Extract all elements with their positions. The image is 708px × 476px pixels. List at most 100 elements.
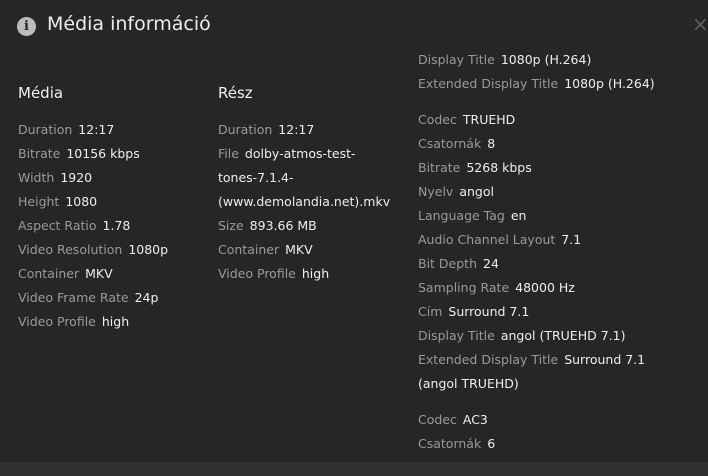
row-label: Video Resolution <box>18 242 123 257</box>
media-row-bitrate: Bitrate 10156 kbps <box>18 142 208 166</box>
streams-column[interactable]: Display Title 1080p (H.264) Extended Disp… <box>418 50 703 462</box>
row-value: 12:17 <box>78 122 115 137</box>
info-icon: i <box>17 17 36 36</box>
row-value: 6 <box>487 436 496 451</box>
row-label: File <box>218 146 239 161</box>
row-value: 1080p (H.264) <box>564 76 655 91</box>
row-label: Extended Display Title <box>418 352 559 367</box>
row-label: Width <box>18 170 55 185</box>
row-label: Codec <box>418 412 457 427</box>
audio-stream-1-row-channels: Csatornák 8 <box>418 132 703 156</box>
audio-stream-1-row-language-tag: Language Tag en <box>418 204 703 228</box>
row-value: MKV <box>85 266 113 281</box>
row-value: 7.1 <box>561 232 582 247</box>
part-row-duration: Duration 12:17 <box>218 118 408 142</box>
row-value: 1920 <box>60 170 93 185</box>
audio-stream-1-row-codec: Codec TRUEHD <box>418 108 703 132</box>
dialog-header: i Média információ × <box>0 0 708 50</box>
row-value: high <box>101 314 130 329</box>
media-info-dialog: i Média információ × Média Duration 12:17… <box>0 0 708 476</box>
part-row-video-profile: Video Profile high <box>218 262 408 286</box>
stream-gap <box>418 396 703 408</box>
row-label: Bitrate <box>418 160 461 175</box>
row-value: 8 <box>487 136 496 151</box>
media-row-height: Height 1080 <box>18 190 208 214</box>
row-value: high <box>301 266 330 281</box>
row-label: Aspect Ratio <box>18 218 97 233</box>
row-value: angol (TRUEHD 7.1) <box>500 328 626 343</box>
row-value: 5268 kbps <box>466 160 532 175</box>
row-value: Surround 7.1 <box>448 304 530 319</box>
row-label: Duration <box>218 122 273 137</box>
row-label: Csatornák <box>418 436 482 451</box>
row-value: 1080 <box>65 194 98 209</box>
dialog-title: Média információ <box>47 13 211 35</box>
media-row-duration: Duration 12:17 <box>18 118 208 142</box>
row-value: 24p <box>134 290 159 305</box>
audio-stream-1-row-channel-layout: Audio Channel Layout 7.1 <box>418 228 703 252</box>
audio-stream-2-row-codec: Codec AC3 <box>418 408 703 432</box>
media-heading: Média <box>18 84 64 102</box>
part-heading: Rész <box>218 84 253 102</box>
part-row-container: Container MKV <box>218 238 408 262</box>
media-rows: Duration 12:17 Bitrate 10156 kbps Width 192… <box>18 118 208 334</box>
row-value: 893.66 MB <box>249 218 317 233</box>
row-value: 1.78 <box>102 218 131 233</box>
row-label: Display Title <box>418 52 495 67</box>
audio-stream-1-row-bit-depth: Bit Depth 24 <box>418 252 703 276</box>
audio-stream-1-row-display-title: Display Title angol (TRUEHD 7.1) <box>418 324 703 348</box>
row-value: 10156 kbps <box>66 146 140 161</box>
audio-stream-1-row-bitrate: Bitrate 5268 kbps <box>418 156 703 180</box>
row-label: Language Tag <box>418 208 505 223</box>
media-row-width: Width 1920 <box>18 166 208 190</box>
row-label: Bitrate <box>18 146 61 161</box>
row-value: 48000 Hz <box>515 280 575 295</box>
row-label: Cím <box>418 304 443 319</box>
row-label: Video Frame Rate <box>18 290 129 305</box>
audio-stream-1-row-sampling-rate: Sampling Rate 48000 Hz <box>418 276 703 300</box>
row-label: Video Profile <box>218 266 296 281</box>
row-label: Container <box>18 266 80 281</box>
row-label: Duration <box>18 122 73 137</box>
row-value: 24 <box>483 256 499 271</box>
audio-stream-1-row-extended-display-title: Extended Display Title Surround 7.1 (ango… <box>418 348 668 396</box>
row-label: Extended Display Title <box>418 76 559 91</box>
row-label: Audio Channel Layout <box>418 232 556 247</box>
row-value: TRUEHD <box>462 112 516 127</box>
row-label: Height <box>18 194 60 209</box>
row-label: Nyelv <box>418 184 454 199</box>
row-value: 1080p <box>128 242 169 257</box>
media-row-video-resolution: Video Resolution 1080p <box>18 238 208 262</box>
row-label: Sampling Rate <box>418 280 510 295</box>
part-rows: Duration 12:17 File dolby-atmos-test-tones… <box>218 118 408 286</box>
row-label: Video Profile <box>18 314 96 329</box>
row-label: Csatornák <box>418 136 482 151</box>
media-row-video-profile: Video Profile high <box>18 310 208 334</box>
media-row-aspect-ratio: Aspect Ratio 1.78 <box>18 214 208 238</box>
row-value: 12:17 <box>278 122 315 137</box>
close-icon[interactable]: × <box>692 12 708 36</box>
row-label: Codec <box>418 112 457 127</box>
stream-gap <box>418 96 703 108</box>
row-label: Container <box>218 242 280 257</box>
media-row-video-frame-rate: Video Frame Rate 24p <box>18 286 208 310</box>
row-value: MKV <box>285 242 313 257</box>
row-value: en <box>510 208 527 223</box>
dialog-footer-bar <box>0 462 708 476</box>
row-value: angol <box>459 184 494 199</box>
media-row-container: Container MKV <box>18 262 208 286</box>
row-value: AC3 <box>462 412 488 427</box>
audio-stream-2-row-channels: Csatornák 6 <box>418 432 703 456</box>
row-value: 1080p (H.264) <box>500 52 592 67</box>
audio-stream-1-row-title: Cím Surround 7.1 <box>418 300 703 324</box>
row-label: Display Title <box>418 328 495 343</box>
streams-scroll-content: Display Title 1080p (H.264) Extended Disp… <box>418 50 703 456</box>
row-label: Size <box>218 218 244 233</box>
video-stream-row-display-title: Display Title 1080p (H.264) <box>418 50 703 72</box>
row-value: dolby-atmos-test-tones-7.1.4-(www.demola… <box>218 146 391 209</box>
audio-stream-1-row-language: Nyelv angol <box>418 180 703 204</box>
part-row-size: Size 893.66 MB <box>218 214 408 238</box>
row-label: Bit Depth <box>418 256 477 271</box>
video-stream-row-extended-display-title: Extended Display Title 1080p (H.264) <box>418 72 703 96</box>
part-row-file: File dolby-atmos-test-tones-7.1.4-(www.de… <box>218 142 390 214</box>
